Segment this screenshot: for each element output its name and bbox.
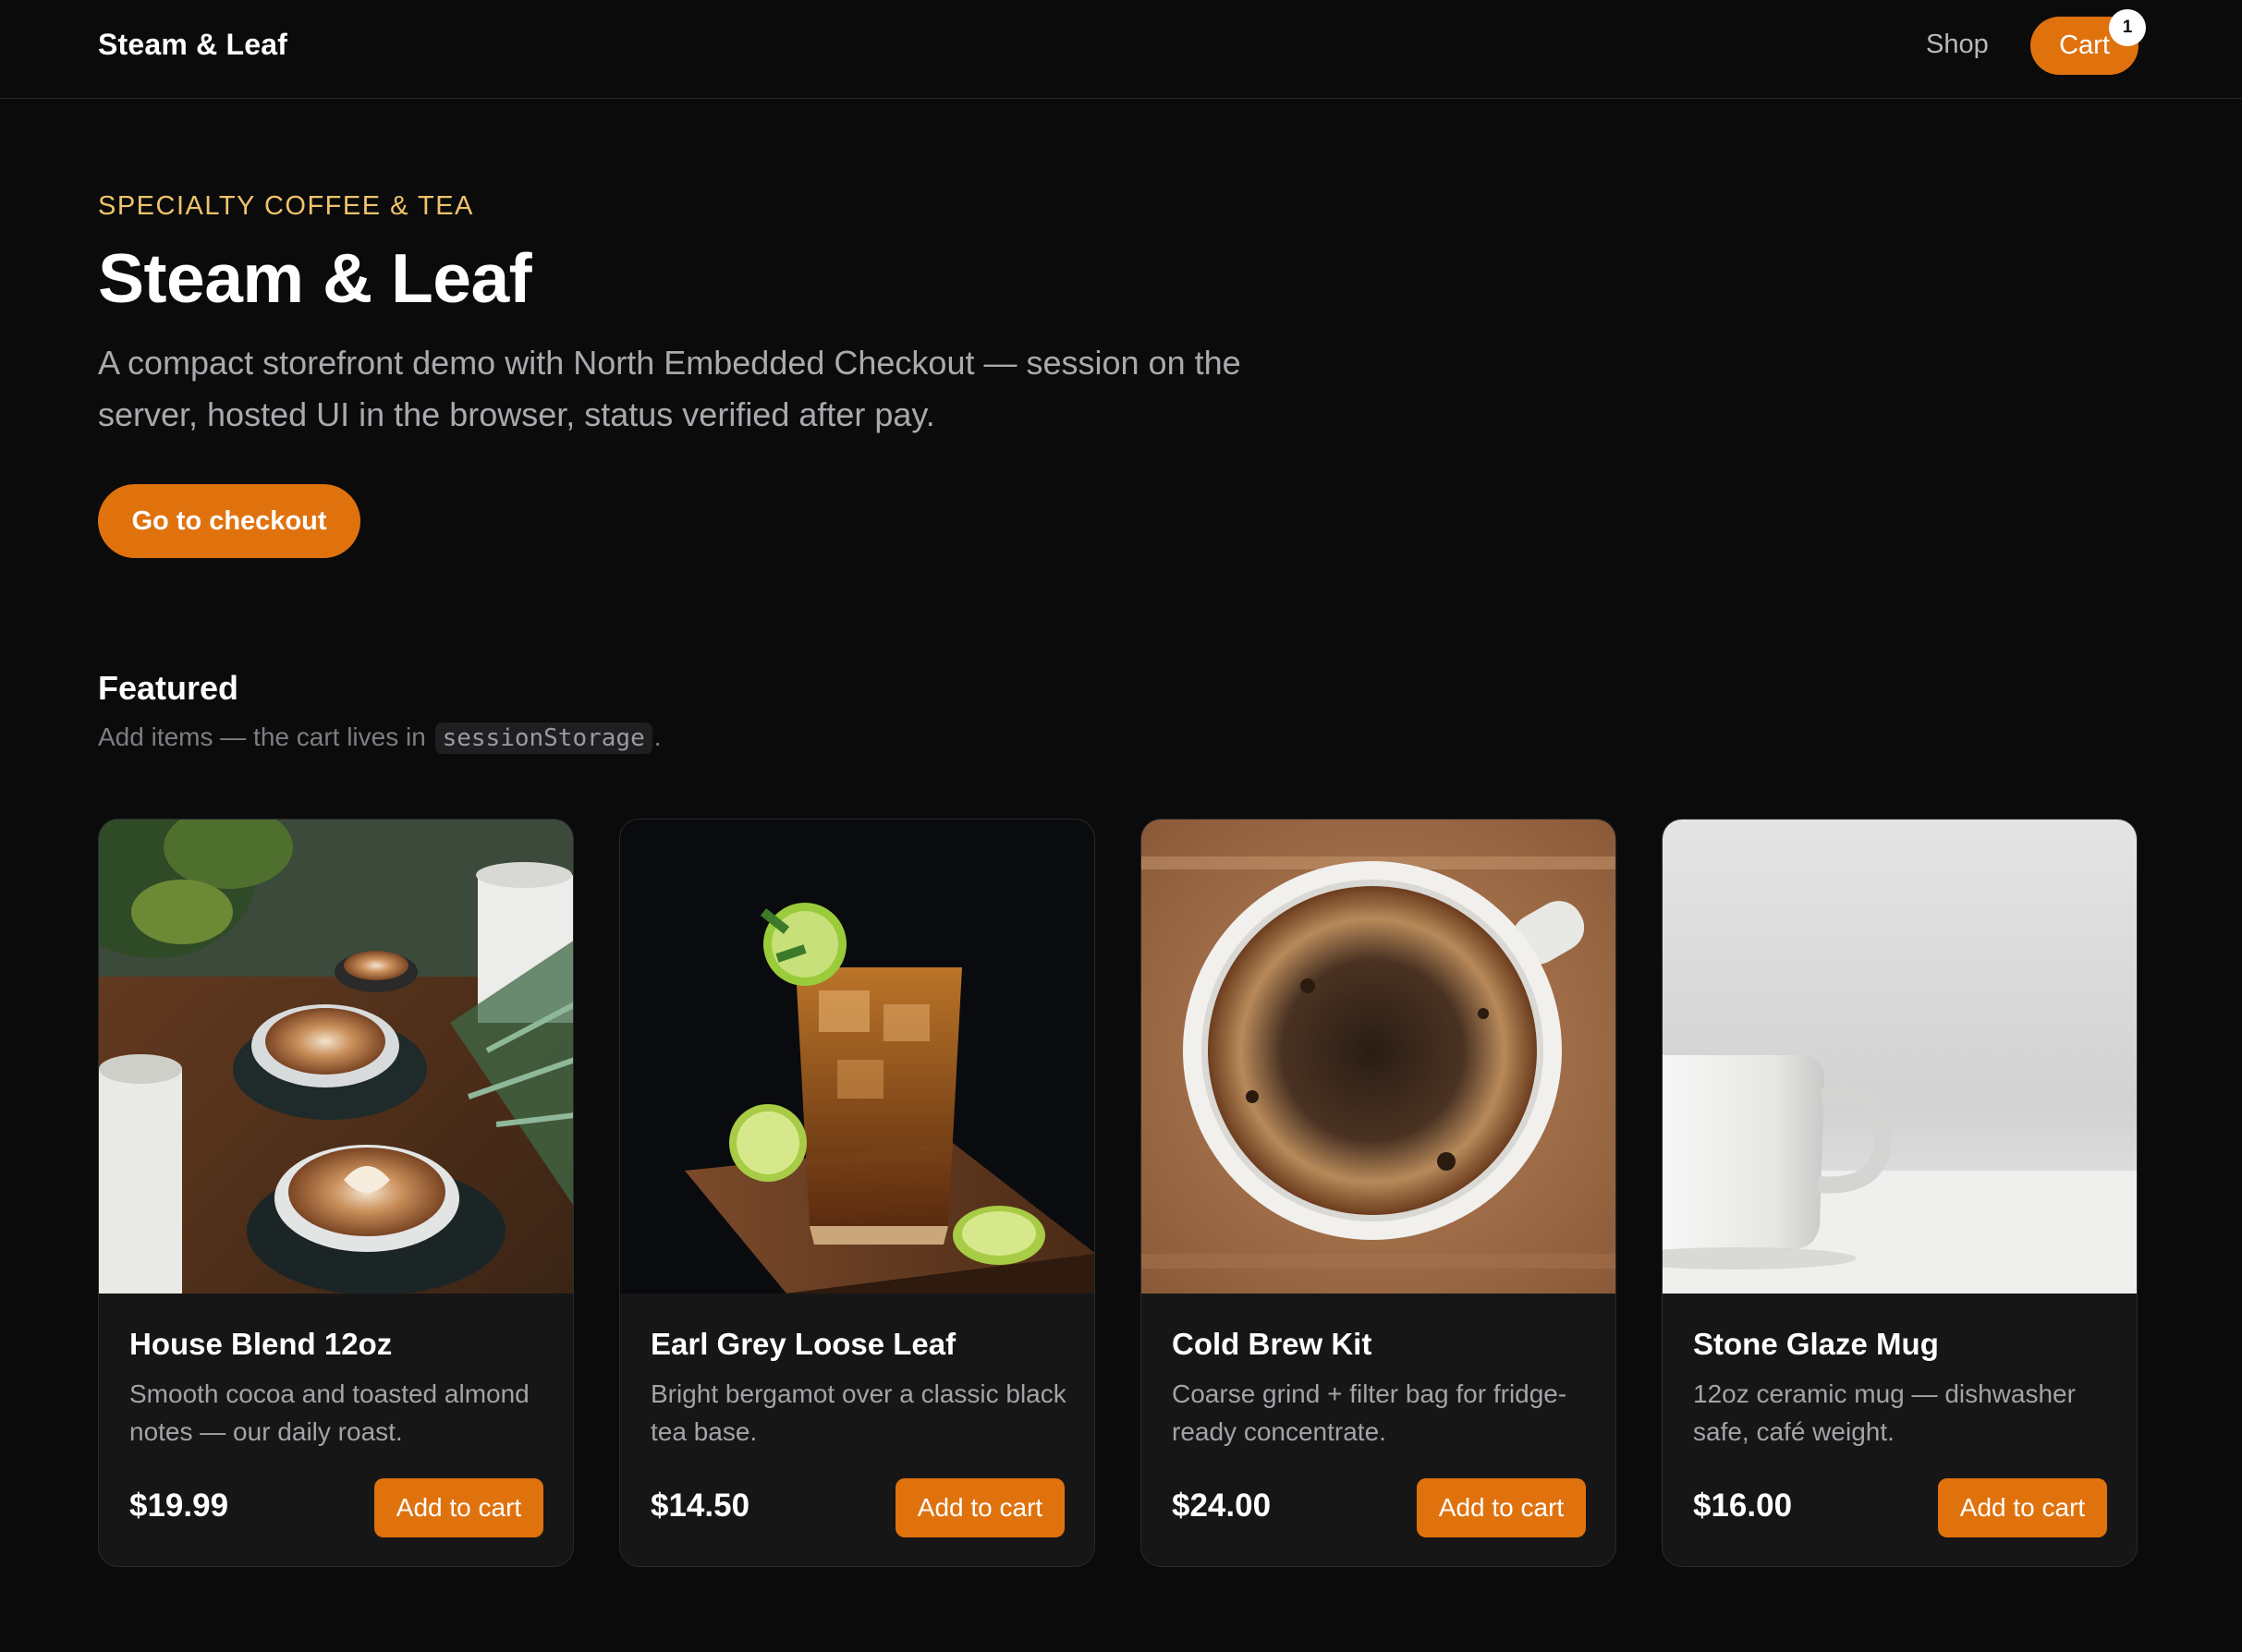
product-price: $14.50: [651, 1488, 750, 1524]
product-price: $19.99: [129, 1488, 229, 1524]
product-price: $24.00: [1172, 1488, 1272, 1524]
iced-tea-glass-photo: [620, 820, 1094, 1294]
session-storage-code: sessionStorage: [434, 723, 652, 754]
featured-subtitle: Add items — the cart lives in sessionSto…: [98, 723, 662, 754]
add-to-cart-button[interactable]: Add to cart: [1417, 1478, 1586, 1537]
brand-logo-text[interactable]: Steam & Leaf: [98, 28, 287, 62]
cart-count-badge: 1: [2109, 9, 2146, 46]
nav-link-shop[interactable]: Shop: [1926, 30, 1989, 60]
black-coffee-cup-photo: [1141, 820, 1615, 1294]
featured-title: Featured: [98, 669, 239, 707]
product-name: Stone Glaze Mug: [1693, 1327, 1939, 1361]
product-name: Earl Grey Loose Leaf: [651, 1327, 957, 1361]
featured-subtitle-prefix: Add items — the cart lives in: [98, 723, 433, 751]
hero-title: Steam & Leaf: [98, 239, 532, 317]
product-card: Cold Brew Kit Coarse grind + filter bag …: [1140, 819, 1616, 1567]
product-price: $16.00: [1693, 1488, 1793, 1524]
add-to-cart-button[interactable]: Add to cart: [1938, 1478, 2107, 1537]
product-card: House Blend 12oz Smooth cocoa and toaste…: [98, 819, 574, 1567]
product-card: Stone Glaze Mug 12oz ceramic mug — dishw…: [1662, 819, 2138, 1567]
featured-subtitle-suffix: .: [653, 723, 662, 751]
go-to-checkout-button[interactable]: Go to checkout: [98, 484, 360, 558]
hero-description: A compact storefront demo with North Emb…: [98, 344, 1241, 433]
product-card: Earl Grey Loose Leaf Bright bergamot ove…: [619, 819, 1095, 1567]
hero-eyebrow: SPECIALTY COFFEE & TEA: [98, 191, 474, 221]
latte-art-cups-photo: [99, 820, 573, 1294]
top-nav-bar: Steam & Leaf Shop Cart 1: [0, 0, 2242, 99]
add-to-cart-button[interactable]: Add to cart: [896, 1478, 1065, 1537]
white-mug-photo: [1663, 820, 2137, 1294]
product-description: 12oz ceramic mug — dishwasher safe, café…: [1693, 1379, 2076, 1446]
add-to-cart-button[interactable]: Add to cart: [374, 1478, 543, 1537]
product-description: Smooth cocoa and toasted almond notes — …: [129, 1379, 530, 1446]
product-name: House Blend 12oz: [129, 1327, 393, 1361]
product-description: Bright bergamot over a classic black tea…: [651, 1379, 1066, 1446]
product-description: Coarse grind + filter bag for fridge-rea…: [1172, 1379, 1567, 1446]
product-name: Cold Brew Kit: [1172, 1327, 1372, 1361]
